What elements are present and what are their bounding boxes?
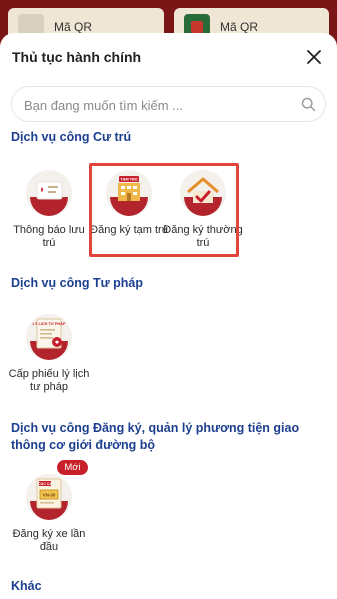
background-card-label: Mã QR — [220, 20, 259, 34]
plate-text: VN-30 — [43, 493, 56, 498]
icon-tag-text: LÝ LỊCH TƯ PHÁP — [33, 321, 66, 326]
item-label: Thông báo lưu trú — [13, 224, 85, 249]
close-icon — [307, 50, 321, 64]
item-label: Cấp phiếu lý lịch tư pháp — [8, 368, 90, 393]
vehicle-registration-icon: CỤC CA VN-30 — [26, 474, 72, 520]
sheet-title: Thủ tục hành chính — [12, 49, 142, 65]
section-title-other: Khác — [11, 579, 42, 593]
section-title-vehicles: Dịch vụ công Đăng ký, quản lý phương tiệ… — [11, 421, 300, 452]
procedures-sheet: Thủ tục hành chính Dịch vụ công Cư trú — [0, 33, 337, 599]
section-title-judicial: Dịch vụ công Tư pháp — [11, 276, 143, 290]
criminal-record-icon: LÝ LỊCH TƯ PHÁP — [26, 314, 72, 360]
new-badge: Mới — [57, 460, 88, 475]
search-bar[interactable] — [11, 86, 326, 122]
item-criminal-record[interactable]: LÝ LỊCH TƯ PHÁP Cấp phiếu lý lịch tư phá… — [6, 314, 92, 394]
search-icon[interactable] — [301, 97, 316, 112]
item-vehicle-registration[interactable]: CỤC CA VN-30 Đăng ký xe lần đầu — [6, 474, 92, 554]
background-card-label: Mã QR — [54, 20, 93, 34]
section-title-residence: Dịch vụ công Cư trú — [11, 130, 132, 144]
search-input[interactable] — [24, 96, 294, 114]
icon-tag-text: CỤC CA — [38, 482, 52, 486]
highlight-box — [89, 163, 239, 257]
notice-icon — [26, 170, 72, 216]
close-button[interactable] — [304, 47, 324, 67]
item-residence-notice[interactable]: Thông báo lưu trú — [6, 170, 92, 250]
item-label: Đăng ký xe lần đầu — [12, 528, 86, 553]
sheet-header: Thủ tục hành chính — [0, 33, 337, 77]
